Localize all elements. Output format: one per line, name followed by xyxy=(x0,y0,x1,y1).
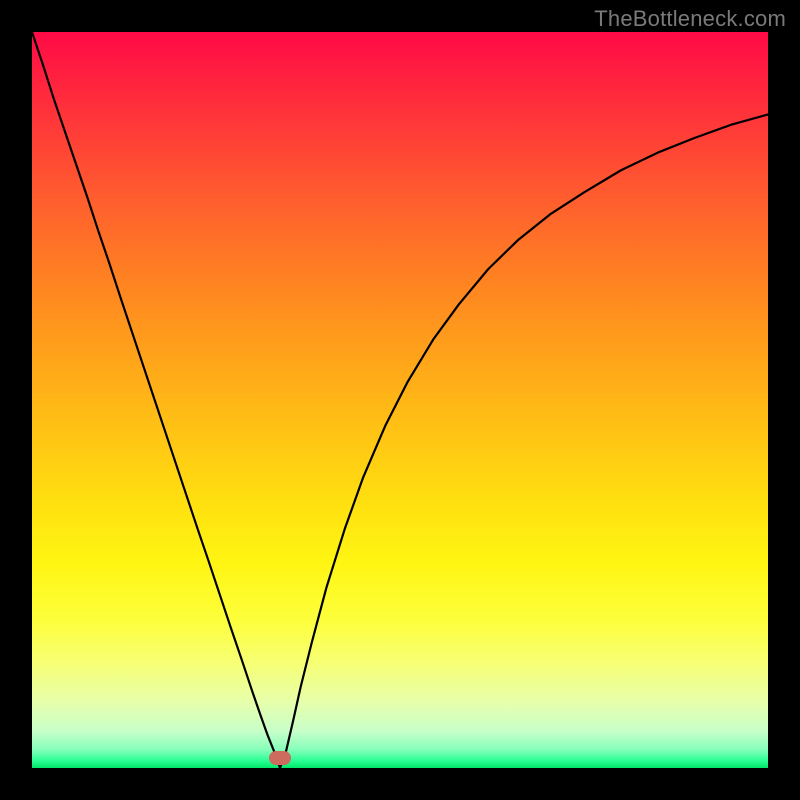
curve-layer xyxy=(32,32,768,768)
bottleneck-curve xyxy=(32,32,768,768)
plot-area xyxy=(32,32,768,768)
minimum-marker-icon xyxy=(269,751,291,765)
watermark-text: TheBottleneck.com xyxy=(594,6,786,32)
chart-frame: TheBottleneck.com xyxy=(0,0,800,800)
